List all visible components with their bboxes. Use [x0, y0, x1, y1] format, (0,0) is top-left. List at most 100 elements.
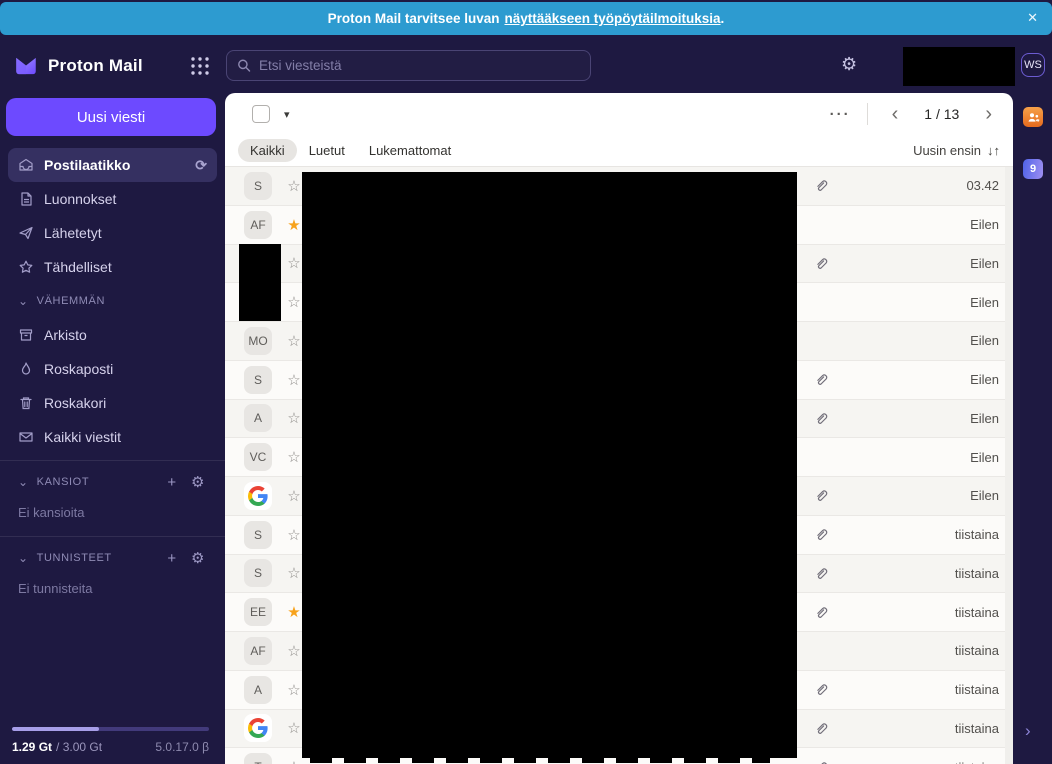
avatar-initials: EE [250, 605, 266, 619]
add-label-button[interactable]: + [163, 550, 181, 567]
avatar-initials: S [254, 566, 262, 580]
sidebar-section-folders[interactable]: ⌄ KANSIOT + ⚙ [8, 467, 217, 497]
star-toggle[interactable]: ☆ [285, 448, 303, 466]
sidebar-item-sent[interactable]: Lähetetyt [8, 216, 217, 250]
avatar-initials: AF [250, 644, 265, 658]
paperclip-icon [814, 566, 829, 581]
avatar[interactable]: MO [244, 327, 272, 355]
star-toggle[interactable]: ☆ [285, 758, 303, 764]
divider [867, 103, 868, 125]
proton-logo-icon [13, 53, 39, 79]
sidebar-item-archive[interactable]: Arkisto [8, 318, 217, 352]
avatar[interactable]: S [244, 559, 272, 587]
app-switcher-button[interactable] [189, 55, 211, 77]
search-input[interactable] [259, 58, 580, 73]
star-toggle[interactable]: ☆ [285, 526, 303, 544]
trash-icon [18, 395, 34, 411]
avatar[interactable]: G [244, 714, 272, 742]
star-toggle[interactable]: ★ [285, 216, 303, 234]
app-version: 5.0.17.0 β [155, 740, 209, 754]
calendar-app-button[interactable]: 9 [1023, 159, 1043, 179]
avatar-initials: S [254, 528, 262, 542]
avatar-initials: A [254, 411, 262, 425]
expand-rail-chevron-icon[interactable]: › [1025, 721, 1031, 741]
prev-page-button[interactable]: ‹ [884, 104, 907, 124]
sidebar-item-trash[interactable]: Roskakori [8, 386, 217, 420]
brand-name: Proton Mail [48, 56, 143, 76]
more-options-button[interactable]: ··· [830, 106, 851, 123]
avatar[interactable]: S [244, 172, 272, 200]
avatar[interactable]: S [244, 366, 272, 394]
folders-settings-button[interactable]: ⚙ [189, 473, 207, 491]
row-time: tiistaina [829, 605, 999, 620]
star-toggle[interactable]: ★ [285, 603, 303, 621]
avatar[interactable]: AF [244, 637, 272, 665]
page-indicator: 1 / 13 [924, 106, 959, 122]
sidebar-item-inbox[interactable]: Postilaatikko ⟳ [8, 148, 217, 182]
star-toggle[interactable]: ☆ [285, 409, 303, 427]
add-folder-button[interactable]: + [163, 474, 181, 491]
avatar[interactable]: S [244, 521, 272, 549]
paperclip-icon [814, 760, 829, 764]
list-toolbar: ▾ ··· ‹ 1 / 13 › [225, 93, 1013, 135]
sort-toggle[interactable]: Uusin ensin ↓↑ [913, 143, 1000, 158]
envelope-icon [18, 429, 34, 445]
storage-separator: / [56, 740, 59, 754]
tab-unread[interactable]: Lukemattomat [357, 139, 463, 162]
sidebar-collapse-toggle[interactable]: ⌄ VÄHEMMÄN [8, 286, 217, 316]
star-toggle[interactable]: ☆ [285, 719, 303, 737]
select-all-checkbox[interactable] [252, 105, 270, 123]
star-toggle[interactable]: ☆ [285, 371, 303, 389]
avatar[interactable]: EE [244, 598, 272, 626]
user-avatar[interactable]: WS [1021, 53, 1045, 77]
star-toggle[interactable]: ☆ [285, 254, 303, 272]
avatar[interactable]: VC [244, 443, 272, 471]
avatar[interactable]: AF [244, 211, 272, 239]
star-toggle[interactable]: ☆ [285, 177, 303, 195]
avatar-initials: AF [250, 218, 265, 232]
star-toggle[interactable]: ☆ [285, 642, 303, 660]
star-toggle[interactable]: ☆ [285, 293, 303, 311]
avatar-initials: MO [248, 334, 267, 348]
tab-all[interactable]: Kaikki [238, 139, 297, 162]
sidebar-item-all-mail[interactable]: Kaikki viestit [8, 420, 217, 454]
row-time: Eilen [829, 411, 999, 426]
sort-label: Uusin ensin [913, 143, 981, 158]
star-toggle[interactable]: ☆ [285, 681, 303, 699]
star-toggle[interactable]: ☆ [285, 487, 303, 505]
select-dropdown-caret-icon[interactable]: ▾ [284, 108, 290, 121]
refresh-icon[interactable]: ⟳ [195, 157, 207, 174]
star-toggle[interactable]: ☆ [285, 564, 303, 582]
row-time: tiistaina [829, 760, 999, 764]
storage-meter: 1.29 Gt / 3.00 Gt 5.0.17.0 β [0, 717, 225, 764]
labels-settings-button[interactable]: ⚙ [189, 549, 207, 567]
collapse-label: VÄHEMMÄN [37, 295, 105, 307]
avatar[interactable]: A [244, 676, 272, 704]
avatar[interactable]: A [244, 404, 272, 432]
sidebar-item-label: Arkisto [44, 327, 207, 343]
list-scrollbar[interactable] [1005, 167, 1013, 764]
email-list: S ☆ 03.42 AF ★ E [225, 167, 1013, 764]
google-logo-icon [248, 486, 268, 506]
sidebar-item-drafts[interactable]: Luonnokset [8, 182, 217, 216]
settings-gear-icon[interactable]: ⚙ [841, 54, 857, 75]
contacts-app-button[interactable] [1023, 107, 1043, 127]
banner-close-icon[interactable]: ✕ [1027, 10, 1038, 26]
star-toggle[interactable]: ☆ [285, 332, 303, 350]
next-page-button[interactable]: › [977, 104, 1000, 124]
avatar[interactable]: G [244, 482, 272, 510]
banner-link[interactable]: näyttääkseen työpöytäilmoituksia [504, 11, 720, 26]
paperclip-icon [814, 178, 829, 193]
brand[interactable]: Proton Mail [13, 53, 173, 79]
chevron-down-icon: ⌄ [18, 554, 29, 562]
tab-read[interactable]: Luetut [297, 139, 357, 162]
redacted-avatars-block [239, 244, 281, 321]
sidebar-item-spam[interactable]: Roskaposti [8, 352, 217, 386]
sidebar-section-labels[interactable]: ⌄ TUNNISTEET + ⚙ [8, 543, 217, 573]
sidebar-item-starred[interactable]: Tähdelliset [8, 250, 217, 284]
compose-button[interactable]: Uusi viesti [6, 98, 216, 136]
chevron-down-icon: ⌄ [18, 297, 29, 305]
search-bar[interactable] [226, 50, 591, 81]
avatar[interactable]: T [244, 753, 272, 764]
row-time: Eilen [829, 450, 999, 465]
